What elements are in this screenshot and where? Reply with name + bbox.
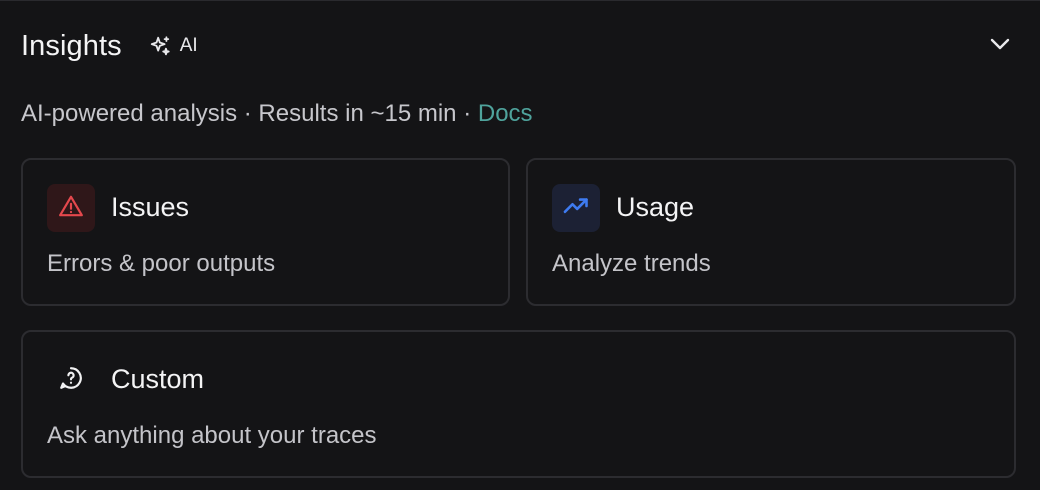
collapse-button[interactable] bbox=[984, 31, 1016, 61]
custom-card-description: Ask anything about your traces bbox=[47, 422, 377, 449]
custom-icon-box bbox=[47, 356, 95, 404]
issues-card[interactable]: Issues Errors & poor outputs bbox=[21, 158, 510, 306]
subtitle: AI-powered analysis · Results in ~15 min… bbox=[21, 100, 533, 128]
insights-header: Insights AI bbox=[21, 23, 198, 69]
insights-panel: Insights AI AI-powered analysis · Result… bbox=[0, 0, 1040, 490]
issues-card-description: Errors & poor outputs bbox=[47, 250, 276, 277]
custom-card-title: Custom bbox=[111, 364, 205, 394]
trending-up-icon bbox=[562, 192, 590, 225]
subtitle-text: AI-powered analysis · Results in ~15 min… bbox=[21, 100, 478, 127]
warning-triangle-icon bbox=[58, 193, 84, 224]
usage-card[interactable]: Usage Analyze trends bbox=[526, 158, 1016, 306]
chevron-down-icon bbox=[989, 37, 1011, 56]
ai-badge-label: AI bbox=[179, 35, 198, 56]
custom-card[interactable]: Custom Ask anything about your traces bbox=[21, 330, 1016, 478]
usage-card-title: Usage bbox=[616, 192, 695, 222]
issues-icon-box bbox=[47, 184, 95, 232]
docs-link[interactable]: Docs bbox=[478, 100, 533, 127]
usage-icon-box bbox=[552, 184, 600, 232]
sparkles-icon bbox=[149, 35, 171, 57]
question-bubble-icon bbox=[58, 365, 84, 396]
ai-badge: AI bbox=[149, 35, 198, 57]
issues-card-title: Issues bbox=[111, 192, 190, 222]
page-title: Insights bbox=[21, 29, 122, 62]
usage-card-description: Analyze trends bbox=[552, 250, 711, 277]
